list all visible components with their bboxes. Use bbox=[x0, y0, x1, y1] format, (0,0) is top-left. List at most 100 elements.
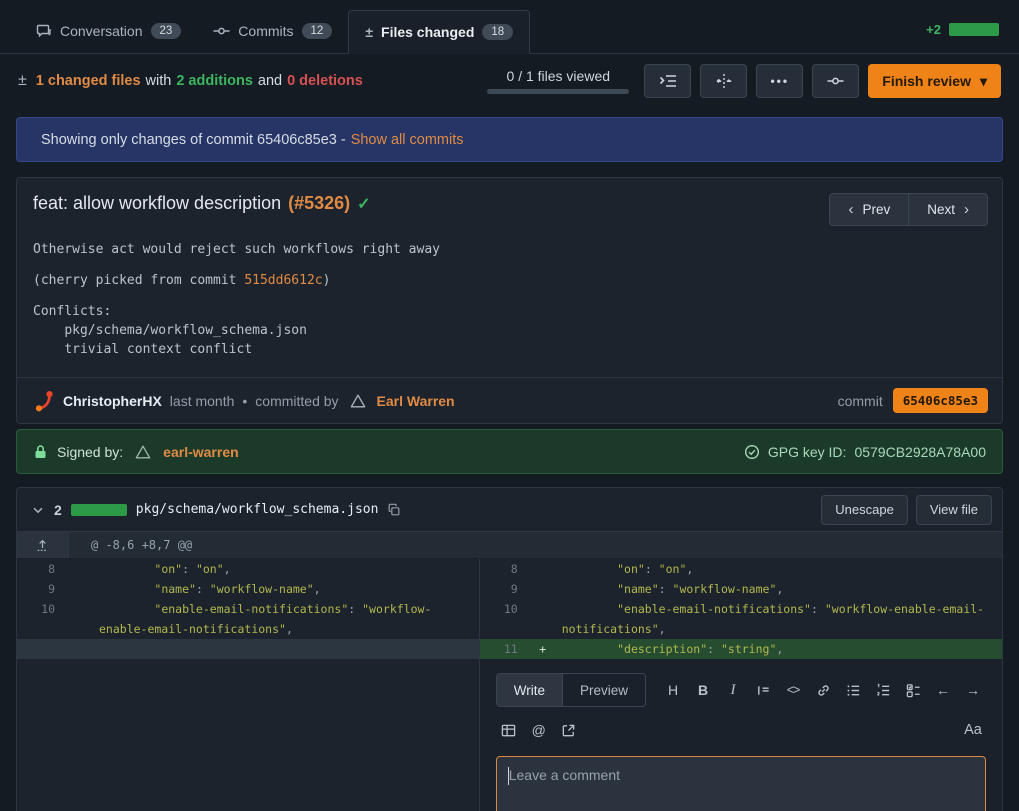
commit-time: last month bbox=[170, 393, 235, 409]
code-icon[interactable]: <> bbox=[780, 677, 806, 703]
collapse-file-chevron-icon[interactable] bbox=[31, 503, 45, 517]
diff-line-old-8[interactable]: 8 "on": "on", bbox=[17, 559, 479, 579]
numbered-list-icon[interactable] bbox=[870, 677, 896, 703]
tab-commits[interactable]: Commits 12 bbox=[197, 9, 348, 53]
chevron-right-icon: › bbox=[964, 201, 969, 218]
quote-icon[interactable] bbox=[750, 677, 776, 703]
line-number[interactable]: 11 bbox=[480, 639, 532, 659]
diff-sign bbox=[69, 599, 91, 639]
undo-icon[interactable]: ← bbox=[930, 677, 956, 703]
view-file-button[interactable]: View file bbox=[916, 495, 992, 525]
pr-diff-stat: +2 bbox=[926, 22, 999, 53]
signed-by-label: Signed by: bbox=[57, 444, 123, 460]
comment-textarea[interactable] bbox=[496, 756, 986, 811]
show-all-commits-link[interactable]: Show all commits bbox=[351, 132, 464, 148]
committer-name[interactable]: Earl Warren bbox=[377, 393, 455, 409]
tab-conversation[interactable]: Conversation 23 bbox=[20, 9, 197, 53]
diff-line-new-10[interactable]: 10 "enable-email-notifications": "workfl… bbox=[480, 599, 1002, 639]
signer-avatar[interactable] bbox=[132, 441, 154, 463]
unescape-button[interactable]: Unescape bbox=[821, 495, 908, 525]
next-label: Next bbox=[927, 202, 955, 217]
signature-row: Signed by: earl-warren GPG key ID: 0579C… bbox=[16, 429, 1003, 474]
code-content: "enable-email-notifications": "workflow-… bbox=[91, 599, 479, 639]
line-number[interactable]: 8 bbox=[17, 559, 69, 579]
diff-comment-row-left bbox=[17, 659, 479, 811]
split-view-toggle-button[interactable] bbox=[700, 64, 747, 98]
diff-stat-bar bbox=[949, 23, 999, 36]
code-content: "description": "string", bbox=[554, 639, 1002, 659]
dot-separator: • bbox=[242, 393, 247, 409]
commit-title: feat: allow workflow description (#5326)… bbox=[33, 193, 371, 214]
line-number[interactable]: 9 bbox=[17, 579, 69, 599]
diff-file-box: 2 pkg/schema/workflow_schema.json Unesca… bbox=[16, 487, 1003, 811]
file-tree-toggle-button[interactable] bbox=[644, 64, 691, 98]
changed-files-link[interactable]: 1 changed files bbox=[36, 73, 141, 89]
cherry-pick-text-close: ) bbox=[323, 273, 331, 288]
additions-stat: +2 bbox=[926, 22, 941, 37]
inline-comment-form: Write Preview H B I <> bbox=[479, 659, 1002, 811]
mention-icon[interactable]: @ bbox=[526, 717, 552, 743]
commit-label: commit bbox=[838, 393, 883, 409]
redo-icon[interactable]: → bbox=[960, 677, 986, 703]
commit-body-line: (cherry picked from commit 515dd6612c) bbox=[33, 271, 986, 290]
commit-hash-badge[interactable]: 65406c85e3 bbox=[893, 388, 988, 413]
expand-hunk-up-button[interactable] bbox=[17, 532, 69, 558]
font-toggle-icon[interactable]: Aa bbox=[960, 717, 986, 743]
commit-detail-box: feat: allow workflow description (#5326)… bbox=[16, 177, 1003, 424]
author-name[interactable]: ChristopherHX bbox=[63, 393, 162, 409]
reference-icon[interactable] bbox=[556, 717, 582, 743]
diff-line-old-9[interactable]: 9 "name": "workflow-name", bbox=[17, 579, 479, 599]
diff-line-new-8[interactable]: 8 "on": "on", bbox=[480, 559, 1002, 579]
files-changed-count-badge: 18 bbox=[482, 24, 513, 40]
commits-count-badge: 12 bbox=[302, 23, 333, 39]
bullet-list-icon[interactable] bbox=[840, 677, 866, 703]
line-number[interactable]: 10 bbox=[17, 599, 69, 639]
diff-options-button[interactable]: ••• bbox=[756, 64, 803, 98]
diff-filler-row[interactable] bbox=[17, 639, 479, 659]
deletions-text: 0 deletions bbox=[287, 73, 363, 89]
line-number[interactable]: 9 bbox=[480, 579, 532, 599]
bold-icon[interactable]: B bbox=[690, 677, 716, 703]
commit-body-line: Otherwise act would reject such workflow… bbox=[33, 240, 986, 259]
hunk-header-row: @ -8,6 +8,7 @@ bbox=[17, 532, 1002, 559]
diff-summary: ± 1 changed files with 2 additions and 0… bbox=[18, 72, 363, 90]
diff-line-old-10[interactable]: 10 "enable-email-notifications": "workfl… bbox=[17, 599, 479, 639]
diff-sign bbox=[532, 559, 554, 579]
link-icon[interactable] bbox=[810, 677, 836, 703]
diff-line-new-9[interactable]: 9 "name": "workflow-name", bbox=[480, 579, 1002, 599]
signer-name-link[interactable]: earl-warren bbox=[163, 444, 238, 460]
prev-commit-button[interactable]: ‹ Prev bbox=[829, 193, 908, 226]
commits-icon bbox=[213, 23, 230, 39]
line-number[interactable]: 8 bbox=[480, 559, 532, 579]
preview-tab[interactable]: Preview bbox=[563, 674, 645, 706]
conversation-count-badge: 23 bbox=[151, 23, 182, 39]
author-avatar[interactable] bbox=[33, 390, 55, 412]
code-content: "enable-email-notifications": "workflow-… bbox=[554, 599, 1002, 639]
review-commit-button[interactable] bbox=[812, 64, 859, 98]
finish-review-button[interactable]: Finish review ▾ bbox=[868, 64, 1001, 98]
tab-files-changed[interactable]: ± Files changed 18 bbox=[348, 10, 530, 54]
copy-path-icon[interactable] bbox=[387, 503, 401, 517]
split-view-icon bbox=[716, 73, 732, 89]
tab-conversation-label: Conversation bbox=[60, 23, 143, 39]
task-list-icon[interactable] bbox=[900, 677, 926, 703]
next-commit-button[interactable]: Next › bbox=[908, 193, 988, 226]
tab-commits-label: Commits bbox=[238, 23, 293, 39]
italic-icon[interactable]: I bbox=[720, 677, 746, 703]
line-number[interactable]: 10 bbox=[480, 599, 532, 639]
lock-icon bbox=[33, 444, 48, 460]
write-tab[interactable]: Write bbox=[497, 674, 563, 706]
code-content: "on": "on", bbox=[91, 559, 479, 579]
diff-icon: ± bbox=[365, 24, 373, 40]
diff-line-new-11[interactable]: 11+ "description": "string", bbox=[480, 639, 1002, 659]
commit-pager: ‹ Prev Next › bbox=[829, 193, 988, 226]
commit-body-conflicts: Conflicts: pkg/schema/workflow_schema.js… bbox=[33, 302, 986, 359]
cherry-pick-hash-link[interactable]: 515dd6612c bbox=[244, 273, 322, 288]
issue-ref-link[interactable]: (#5326) bbox=[288, 193, 350, 214]
diff-toolbar: ± 1 changed files with 2 additions and 0… bbox=[18, 64, 1001, 98]
committer-avatar[interactable] bbox=[347, 390, 369, 412]
table-icon[interactable] bbox=[496, 717, 522, 743]
gpg-key-label: GPG key ID: bbox=[768, 444, 847, 460]
file-change-count: 2 bbox=[54, 502, 62, 518]
heading-icon[interactable]: H bbox=[660, 677, 686, 703]
